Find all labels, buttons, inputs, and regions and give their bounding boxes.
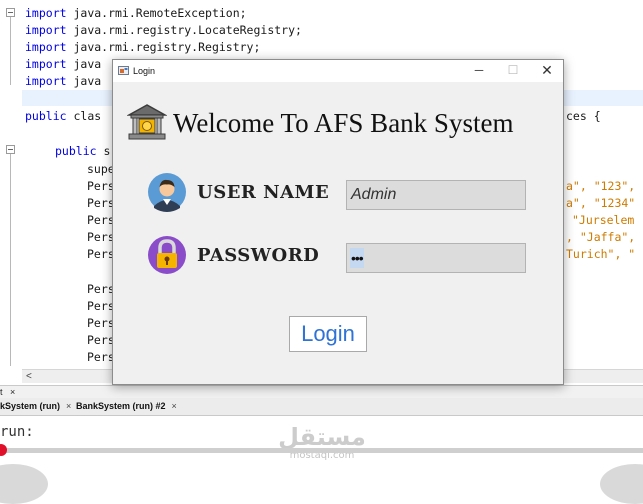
code-line[interactable]: Pers — [87, 178, 115, 194]
fold-icon[interactable] — [6, 8, 15, 17]
code-fragment[interactable]: "Jurselem — [572, 212, 634, 228]
minimize-button[interactable]: ─ — [463, 60, 495, 82]
password-mask: ••• — [350, 247, 364, 268]
user-avatar-icon — [148, 173, 186, 212]
code-fragment[interactable]: a", "123", — [566, 178, 635, 194]
watermark: مستقل mostaql.com — [262, 424, 382, 462]
code-line[interactable]: Pers — [87, 298, 115, 314]
username-label: USER NAME — [197, 182, 330, 203]
fold-guide — [10, 17, 11, 85]
output-tab-label: kSystem (run) — [0, 401, 61, 411]
close-icon[interactable]: × — [172, 401, 177, 411]
window-app-icon — [118, 66, 129, 75]
code-line[interactable]: Pers — [87, 281, 115, 297]
code-line[interactable]: import java.rmi.registry.Registry; — [25, 39, 260, 55]
output-label: t — [0, 387, 3, 397]
password-input[interactable]: ••• — [346, 243, 526, 273]
close-icon[interactable]: × — [10, 386, 15, 398]
code-line[interactable]: supe — [87, 161, 115, 177]
fold-icon[interactable] — [6, 145, 15, 154]
fold-guide — [10, 154, 11, 366]
code-line[interactable]: import java — [25, 73, 101, 89]
video-progress-bar[interactable] — [0, 444, 643, 456]
code-line[interactable]: Pers — [87, 349, 115, 365]
scroll-left-icon[interactable]: < — [26, 370, 32, 383]
bank-icon — [127, 104, 167, 140]
output-tab[interactable]: kSystem (run) × — [0, 398, 71, 415]
console-text: run: — [0, 424, 34, 440]
code-line[interactable]: Pers — [87, 332, 115, 348]
login-window: Login ─ ☐ ✕ Welcome To AFS Bank System U… — [112, 59, 564, 385]
code-fragment[interactable]: ces { — [566, 108, 601, 124]
login-form: Welcome To AFS Bank System USER NAME Adm… — [113, 82, 563, 384]
maximize-button[interactable]: ☐ — [497, 60, 529, 82]
output-tab[interactable]: BankSystem (run) #2 × — [76, 398, 177, 415]
output-panel-header: t × — [0, 385, 643, 398]
code-line[interactable]: Pers — [87, 229, 115, 245]
code-line[interactable]: public clas — [25, 108, 101, 124]
code-line[interactable]: import java.rmi.registry.LocateRegistry; — [25, 22, 302, 38]
login-button[interactable]: Login — [289, 316, 367, 352]
code-fragment[interactable]: a", "1234" — [566, 195, 635, 211]
output-tabs: kSystem (run) × BankSystem (run) #2 × — [0, 398, 643, 416]
window-title: Login — [133, 66, 156, 76]
window-titlebar[interactable]: Login ─ ☐ ✕ — [113, 60, 563, 82]
code-line[interactable]: Pers — [87, 246, 115, 262]
output-tab-label: BankSystem (run) #2 — [76, 401, 166, 411]
code-line[interactable]: Pers — [87, 195, 115, 211]
welcome-heading: Welcome To AFS Bank System — [173, 108, 514, 138]
code-line[interactable]: import java.rmi.RemoteException; — [25, 5, 247, 21]
watermark-logo: مستقل — [278, 423, 366, 451]
close-icon[interactable]: × — [66, 401, 71, 411]
lock-icon — [148, 236, 186, 274]
code-line[interactable]: Pers — [87, 315, 115, 331]
password-label: PASSWORD — [197, 245, 320, 266]
code-line[interactable]: Pers — [87, 212, 115, 228]
code-line[interactable]: import java — [25, 56, 101, 72]
close-button[interactable]: ✕ — [531, 60, 563, 82]
username-input[interactable]: Admin — [346, 180, 526, 210]
code-fragment[interactable]: , "Jaffa", — [566, 229, 635, 245]
code-line[interactable]: public s — [55, 143, 110, 159]
code-fragment[interactable]: Turich", " — [566, 246, 635, 262]
